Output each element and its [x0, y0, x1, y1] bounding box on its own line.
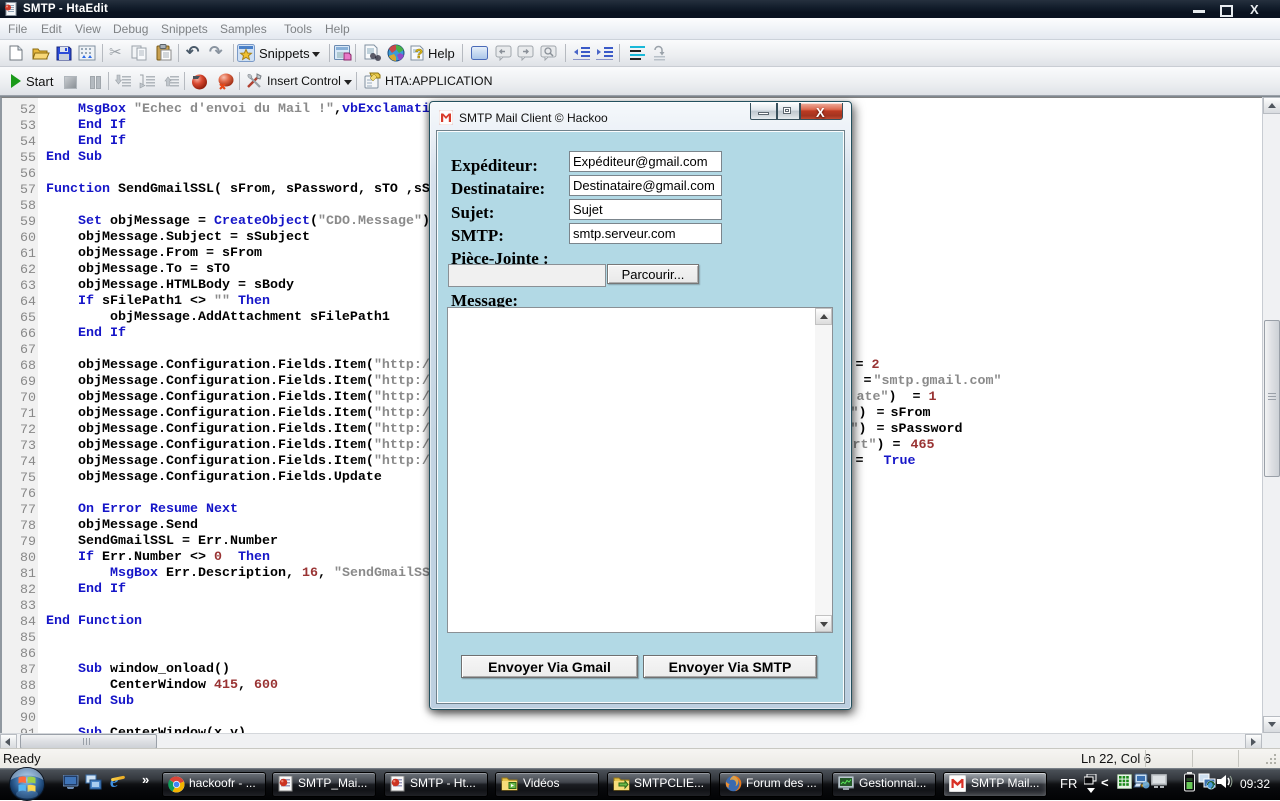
svg-text:?: ? — [415, 46, 423, 61]
